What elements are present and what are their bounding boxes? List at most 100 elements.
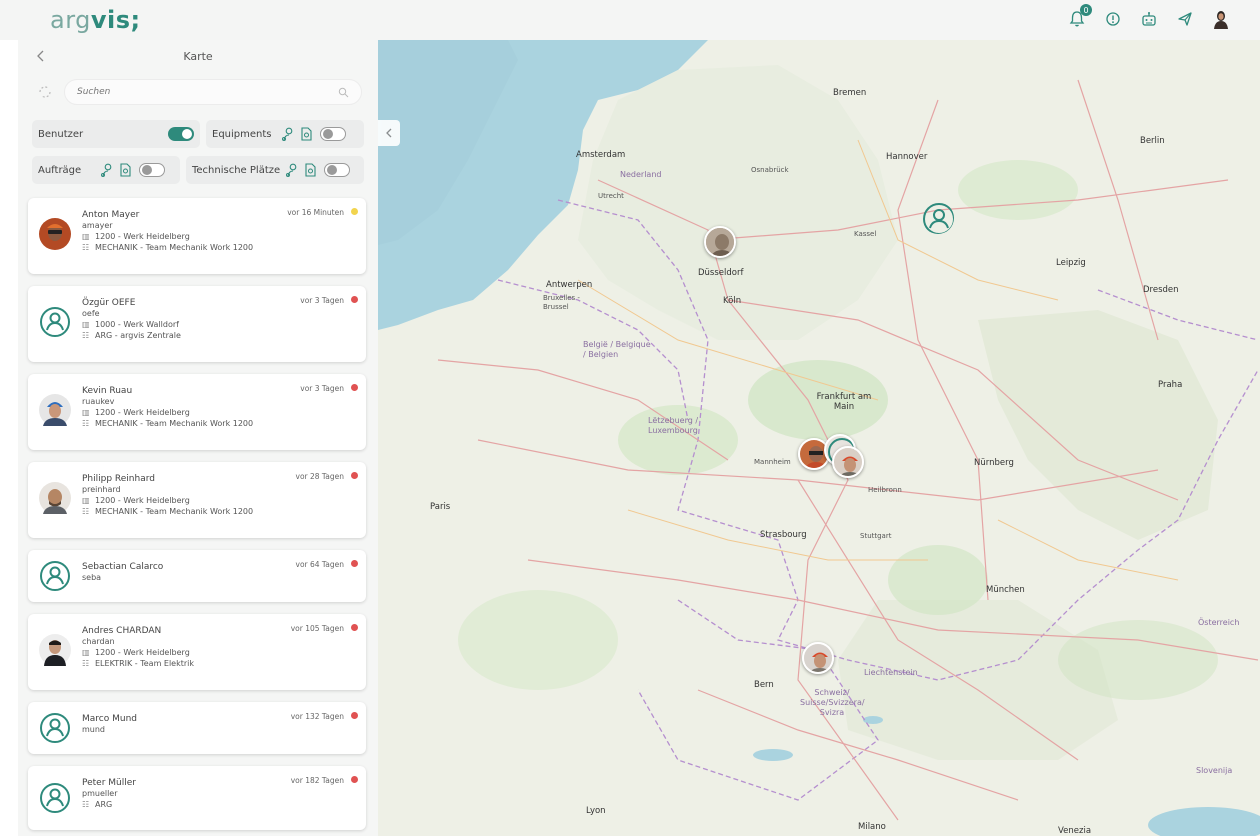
plant-icon: ▥ [82,408,90,417]
user-avatar-photo [39,634,71,666]
benutzer-toggle[interactable] [168,127,194,141]
map-label-nederland: Nederland [620,170,662,179]
map-label-paris: Paris [430,502,451,512]
user-plant-row: ▥ 1000 - Werk Walldorf [82,319,354,330]
map-label-kassel: Kassel [854,230,877,238]
user-card[interactable]: Andres CHARDAN chardan ▥ 1200 - Werk Heidel… [28,614,366,690]
user-username: oefe [82,309,100,318]
team-icon: ☷ [82,243,90,252]
user-team: ARG - argvis Zentrale [95,331,181,340]
user-card[interactable]: Peter Müller pmueller ☷ ARG vor 182 Tagen [28,766,366,830]
last-seen-time: vor 16 Minuten [287,208,344,217]
document-filter-icon[interactable] [298,126,314,142]
map-label-koeln: Köln [723,296,742,306]
user-team: ARG [95,800,113,809]
map-label-slovenija: Slovenija [1196,766,1233,775]
map-label-stuttgart: Stuttgart [860,532,892,540]
user-team-row: ☷ ELEKTRIK - Team Elektrik [82,658,354,669]
user-team: ELEKTRIK - Team Elektrik [95,659,195,668]
user-card[interactable]: Marco Mund mund vor 132 Tagen [28,702,366,754]
map-label-milano: Milano [858,822,886,832]
map-label-heilbronn: Heilbronn [868,486,902,494]
map-label-praha: Praha [1158,380,1183,390]
auftraege-toggle[interactable] [139,163,166,177]
send-icon[interactable] [1174,8,1196,30]
person-filter-icon[interactable] [284,162,300,178]
equipments-toggle[interactable] [319,127,346,141]
technische-plaetze-toggle[interactable] [324,163,351,177]
document-filter-icon[interactable] [117,162,133,178]
user-username: chardan [82,637,115,646]
person-filter-icon[interactable] [280,126,296,142]
map-label-amsterdam: Amsterdam [576,150,626,160]
search-icon[interactable] [338,87,349,98]
team-icon: ☷ [82,800,90,809]
map-sidebar: Karte Benutzer Equipments Aufträge [18,40,378,836]
search-input[interactable] [77,87,338,97]
plant-icon: ▥ [82,232,90,241]
status-dot [351,712,358,719]
collapse-sidebar-button[interactable] [378,120,400,146]
user-marker[interactable] [704,226,736,258]
search-row [36,78,362,106]
map-view[interactable]: Bremen Hannover Osnabrück Amsterdam Nede… [378,40,1260,836]
status-dot [351,296,358,303]
user-marker[interactable] [832,446,864,478]
user-avatar-photo [39,482,71,514]
plant-icon: ▥ [82,648,90,657]
map-label-berlin: Berlin [1140,136,1165,146]
generic-user-avatar-icon [39,712,71,744]
user-card[interactable]: Philipp Reinhard preinhard ▥ 1200 - Werk He… [28,462,366,538]
user-plant-row: ▥ 1200 - Werk Heidelberg [82,407,354,418]
user-username: mund [82,725,106,734]
map-label-bruxelles: Bruxelles - Brussel [543,294,580,311]
filter-benutzer: Benutzer [32,120,200,148]
map-label-liechtenstein: Liechtenstein [864,668,918,677]
user-card[interactable]: Kevin Ruau ruaukev ▥ 1200 - Werk Heidelberg… [28,374,366,450]
map-label-oesterreich: Österreich [1198,618,1240,627]
page-title: Karte [183,50,213,63]
map-label-leipzig: Leipzig [1056,258,1086,268]
user-team: MECHANIK - Team Mechanik Work 1200 [95,507,254,516]
user-username: preinhard [82,485,121,494]
user-plant-row: ▥ 1200 - Werk Heidelberg [82,495,354,506]
user-marker-generic[interactable] [922,202,954,234]
map-label-utrecht: Utrecht [598,192,624,200]
map-label-dresden: Dresden [1143,285,1179,295]
info-alert-icon[interactable] [1102,8,1124,30]
document-filter-icon[interactable] [302,162,318,178]
status-dot [351,384,358,391]
argvis-logo[interactable]: argvis; [50,6,141,34]
user-card[interactable]: Anton Mayer amayer ▥ 1200 - Werk Heidelberg… [28,198,366,274]
user-avatar-icon[interactable] [1210,8,1232,30]
user-plant-row: ▥ 1200 - Werk Heidelberg [82,231,354,242]
user-avatar-photo [39,394,71,426]
user-username: amayer [82,221,113,230]
user-card[interactable]: Sebactian Calarco seba vor 64 Tagen [28,550,366,602]
last-seen-time: vor 3 Tagen [300,384,344,393]
robot-icon[interactable] [1138,8,1160,30]
layer-filters: Benutzer Equipments Aufträge Technische … [32,120,364,192]
team-icon: ☷ [82,331,90,340]
person-filter-icon[interactable] [99,162,115,178]
refresh-icon[interactable] [36,83,54,101]
user-plant: 1200 - Werk Heidelberg [95,408,190,417]
filter-equipments: Equipments [206,120,364,148]
user-team-row: ☷ ARG [82,799,354,810]
sidebar-header: Karte [18,40,378,74]
last-seen-time: vor 28 Tagen [295,472,345,481]
user-team: MECHANIK - Team Mechanik Work 1200 [95,243,254,252]
last-seen-time: vor 64 Tagen [295,560,345,569]
user-marker[interactable] [802,642,834,674]
top-bar: argvis; 0 [0,0,1260,40]
notifications-bell-icon[interactable]: 0 [1066,4,1092,30]
user-list: Anton Mayer amayer ▥ 1200 - Werk Heidelberg… [28,198,366,836]
notifications-badge: 0 [1080,4,1092,16]
map-label-bern: Bern [754,680,774,690]
user-username: ruaukev [82,397,115,406]
team-icon: ☷ [82,419,90,428]
search-box [64,79,362,105]
plant-icon: ▥ [82,320,90,329]
user-card[interactable]: Özgür OEFE oefe ▥ 1000 - Werk Walldorf ☷ ARG … [28,286,366,362]
status-dot [351,560,358,567]
